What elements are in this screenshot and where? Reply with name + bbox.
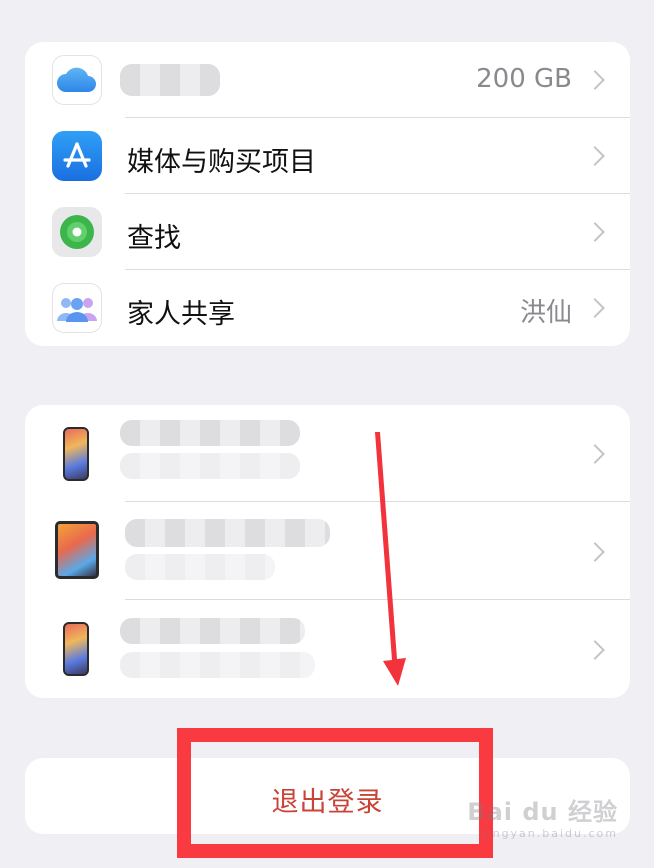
chevron-right-icon bbox=[585, 444, 605, 464]
find-my-label: 查找 bbox=[127, 223, 181, 254]
chevron-right-icon bbox=[585, 640, 605, 660]
app-store-icon bbox=[52, 131, 102, 181]
media-purchases-row[interactable]: 媒体与购买项目 bbox=[25, 118, 630, 194]
find-my-icon bbox=[52, 207, 102, 257]
family-sharing-value: 洪仙 bbox=[519, 298, 572, 328]
icloud-row[interactable]: 200 GB bbox=[25, 42, 630, 118]
device-name-redacted bbox=[125, 519, 330, 547]
watermark-url: jingyan.baidu.com bbox=[482, 827, 618, 840]
chevron-right-icon bbox=[585, 298, 605, 318]
iphone-icon bbox=[63, 622, 89, 676]
icloud-icon bbox=[52, 55, 102, 105]
devices-group bbox=[25, 405, 630, 698]
device-model-redacted bbox=[120, 652, 315, 678]
media-purchases-label: 媒体与购买项目 bbox=[127, 147, 316, 178]
device-model-redacted bbox=[120, 453, 300, 479]
device-name-redacted bbox=[120, 420, 300, 446]
watermark-text: Bai du 经验 bbox=[467, 798, 618, 826]
chevron-right-icon bbox=[585, 542, 605, 562]
icloud-storage-value: 200 GB bbox=[476, 64, 572, 94]
chevron-right-icon bbox=[585, 222, 605, 242]
annotation-highlight-box bbox=[177, 728, 493, 858]
find-my-row[interactable]: 查找 bbox=[25, 194, 630, 270]
family-sharing-row[interactable]: 家人共享 洪仙 bbox=[25, 270, 630, 346]
icloud-label-redacted bbox=[120, 64, 220, 96]
account-services-group: 200 GB 媒体与购买项目 查找 家人共享 洪仙 bbox=[25, 42, 630, 346]
chevron-right-icon bbox=[585, 70, 605, 90]
family-sharing-label: 家人共享 bbox=[127, 299, 235, 330]
device-row[interactable] bbox=[25, 600, 630, 698]
baidu-watermark: Bai du 经验 jingyan.baidu.com bbox=[467, 792, 618, 840]
ipad-icon bbox=[55, 521, 99, 579]
iphone-icon bbox=[63, 427, 89, 481]
family-sharing-icon bbox=[52, 283, 102, 333]
chevron-right-icon bbox=[585, 146, 605, 166]
device-model-redacted bbox=[125, 554, 275, 580]
device-row[interactable] bbox=[25, 405, 630, 502]
device-row[interactable] bbox=[25, 502, 630, 600]
device-name-redacted bbox=[120, 618, 305, 644]
